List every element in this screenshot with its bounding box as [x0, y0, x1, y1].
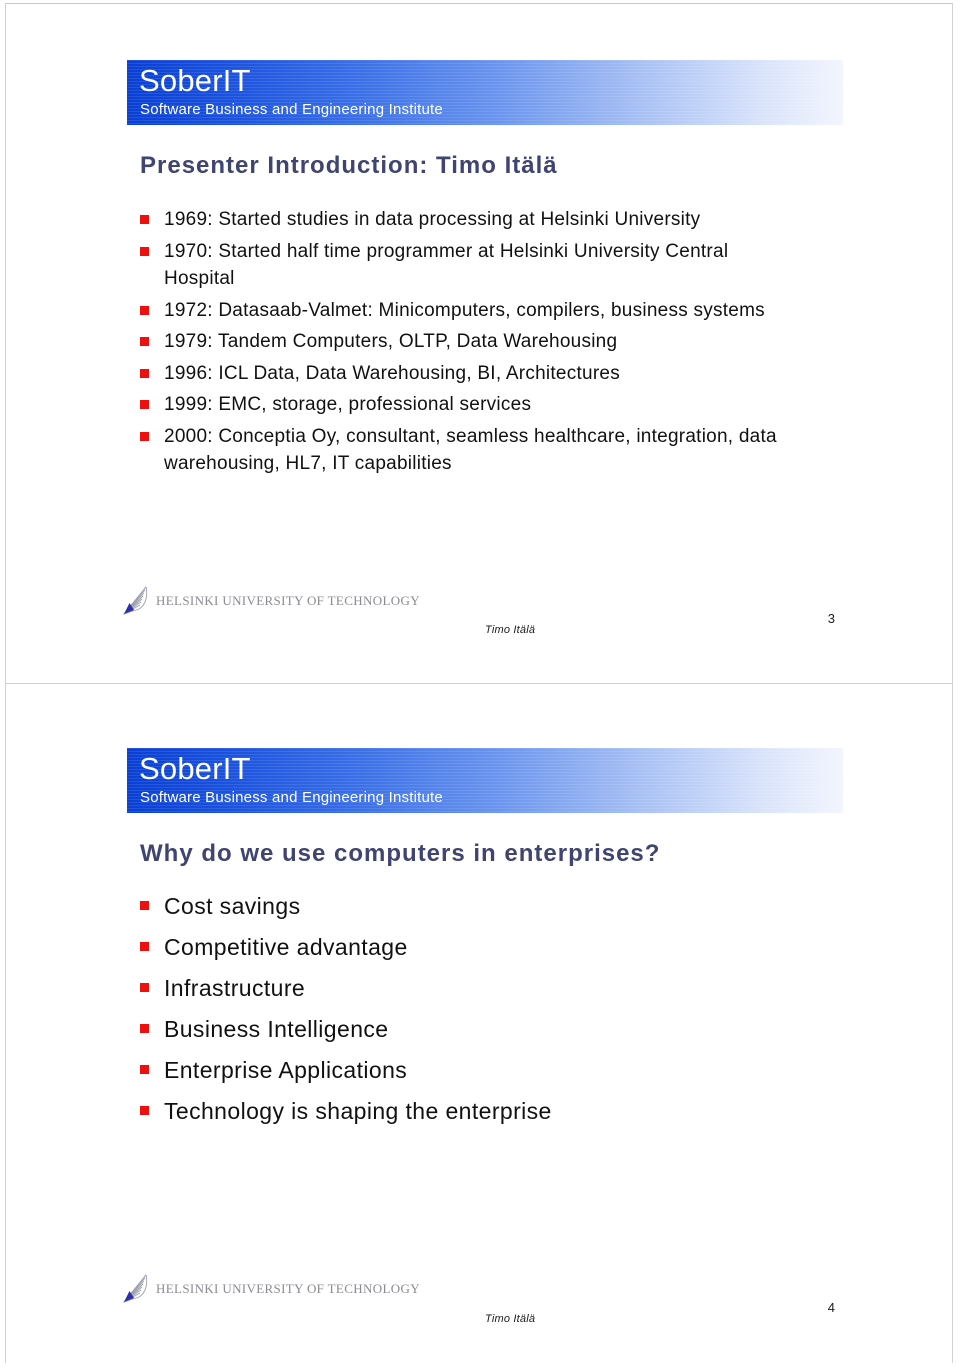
red-square-bullet-icon	[140, 215, 149, 224]
list-item-text: Technology is shaping the enterprise	[164, 1098, 552, 1124]
slide-4: SoberIT Software Business and Engineerin…	[0, 683, 960, 1367]
list-item: 1999: EMC, storage, professional service…	[132, 391, 792, 419]
footer-logo: HELSINKI UNIVERSITY OF TECHNOLOGY	[120, 585, 420, 617]
list-item-text: 1970: Started half time programmer at He…	[164, 240, 729, 290]
list-item-text: Cost savings	[164, 893, 301, 919]
footer-logo: HELSINKI UNIVERSITY OF TECHNOLOGY	[120, 1273, 420, 1305]
list-item-text: 1999: EMC, storage, professional service…	[164, 394, 532, 415]
list-item: 1979: Tandem Computers, OLTP, Data Wareh…	[132, 328, 792, 356]
bullet-list: 1969: Started studies in data processing…	[132, 206, 792, 482]
list-item: 1970: Started half time programmer at He…	[132, 238, 792, 293]
banner-brand-subtitle: Software Business and Engineering Instit…	[140, 101, 443, 118]
list-item: Infrastructure	[132, 972, 792, 1004]
list-item-text: 1996: ICL Data, Data Warehousing, BI, Ar…	[164, 362, 620, 384]
list-item: 1972: Datasaab-Valmet: Minicomputers, co…	[132, 297, 792, 325]
list-item-text: Infrastructure	[164, 975, 306, 1001]
list-item-text: 1979: Tandem Computers, OLTP, Data Wareh…	[164, 331, 618, 352]
red-square-bullet-icon	[140, 246, 149, 256]
list-item: 1969: Started studies in data processing…	[132, 206, 792, 234]
list-item-text: Business Intelligence	[164, 1016, 389, 1042]
soberit-banner: SoberIT Software Business and Engineerin…	[127, 748, 843, 813]
red-square-bullet-icon	[140, 1024, 149, 1033]
soberit-banner: SoberIT Software Business and Engineerin…	[127, 60, 843, 125]
red-square-bullet-icon	[140, 942, 149, 951]
banner-brand-title: SoberIT	[139, 751, 251, 786]
banner-brand-title: SoberIT	[139, 63, 251, 98]
tkk-fan-logo-icon	[122, 586, 148, 615]
slide-title: Why do we use computers in enterprises?	[140, 840, 661, 867]
red-square-bullet-icon	[140, 901, 149, 910]
banner-brand-subtitle: Software Business and Engineering Instit…	[140, 789, 443, 806]
list-item: Competitive advantage	[132, 931, 792, 963]
red-square-bullet-icon	[140, 337, 149, 346]
tkk-fan-logo-icon	[122, 1274, 148, 1303]
page-number: 3	[827, 611, 835, 626]
footer-organization: HELSINKI UNIVERSITY OF TECHNOLOGY	[156, 1281, 420, 1296]
list-item-text: Enterprise Applications	[164, 1057, 408, 1083]
list-item: 2000: Conceptia Oy, consultant, seamless…	[132, 423, 792, 478]
red-square-bullet-icon	[140, 1106, 149, 1115]
red-square-bullet-icon	[140, 983, 149, 992]
red-square-bullet-icon	[140, 431, 149, 441]
red-square-bullet-icon	[140, 368, 149, 378]
footer-organization: HELSINKI UNIVERSITY OF TECHNOLOGY	[156, 593, 420, 608]
list-item: Enterprise Applications	[132, 1054, 792, 1086]
list-item: 1996: ICL Data, Data Warehousing, BI, Ar…	[132, 360, 792, 388]
red-square-bullet-icon	[140, 1065, 149, 1074]
footer-author: Timo Itälä	[485, 624, 536, 636]
list-item-text: Competitive advantage	[164, 934, 408, 960]
red-square-bullet-icon	[140, 400, 149, 409]
list-item-text: 1972: Datasaab-Valmet: Minicomputers, co…	[164, 299, 765, 321]
list-item-text: 2000: Conceptia Oy, consultant, seamless…	[164, 425, 777, 475]
page-number: 4	[827, 1300, 835, 1315]
bullet-list: Cost savings Competitive advantage Infra…	[132, 890, 792, 1136]
slide-3: SoberIT Software Business and Engineerin…	[0, 0, 960, 683]
list-item: Business Intelligence	[132, 1013, 792, 1045]
footer-author: Timo Itälä	[485, 1313, 536, 1325]
red-square-bullet-icon	[140, 305, 149, 315]
list-item: Technology is shaping the enterprise	[132, 1095, 792, 1127]
list-item: Cost savings	[132, 890, 792, 922]
list-item-text: 1969: Started studies in data processing…	[164, 209, 701, 230]
slide-title: Presenter Introduction: Timo Itälä	[140, 152, 558, 179]
